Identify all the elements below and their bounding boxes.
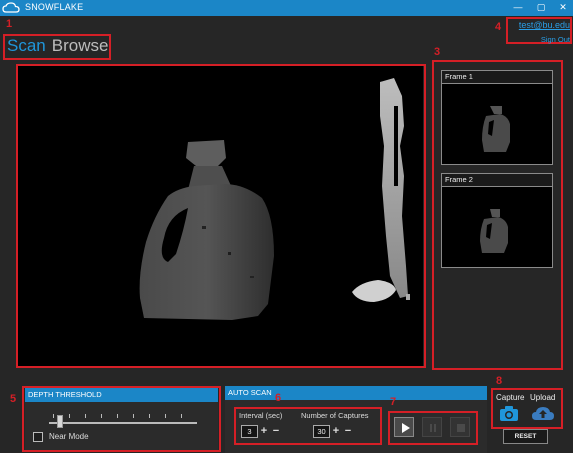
annotation-box-7 [388, 411, 478, 445]
close-button[interactable]: ✕ [553, 0, 573, 16]
sign-out-link[interactable]: Sign Out [519, 35, 570, 44]
tab-browse[interactable]: Browse [52, 36, 109, 55]
annotation-box-8 [491, 388, 563, 429]
tab-scan[interactable]: Scan [7, 36, 46, 55]
maximize-button[interactable]: ▢ [531, 0, 551, 16]
annotation-number-3: 3 [434, 46, 441, 58]
annotation-number-5: 5 [10, 393, 17, 405]
account-email-link[interactable]: test@bu.edu [519, 20, 570, 30]
frame-thumbnail[interactable]: Frame 1 [441, 70, 553, 165]
account-area: test@bu.edu Sign Out [519, 20, 570, 44]
frame-preview-image [480, 209, 508, 253]
annotation-box-6 [234, 407, 382, 445]
annotation-box-5 [22, 386, 221, 452]
auto-scan-header: AUTO SCAN [225, 386, 487, 400]
frame-preview-image [482, 106, 510, 152]
annotation-box-2 [16, 64, 426, 368]
frame-label: Frame 2 [442, 174, 552, 187]
captured-frames-panel: Frame 1 Frame 2 [436, 64, 560, 368]
main-nav: Scan Browse [7, 36, 108, 58]
annotation-number-1: 1 [6, 18, 13, 30]
reset-button[interactable]: RESET [503, 429, 548, 444]
annotation-number-8: 8 [496, 375, 503, 387]
window-title: SNOWFLAKE [25, 2, 84, 12]
frame-label: Frame 1 [442, 71, 552, 84]
annotation-number-4: 4 [495, 21, 502, 33]
annotation-number-6: 6 [275, 392, 282, 404]
minimize-button[interactable]: — [508, 0, 528, 16]
cloud-logo-icon [2, 2, 20, 13]
frame-thumbnail[interactable]: Frame 2 [441, 173, 553, 268]
title-bar: SNOWFLAKE — ▢ ✕ [0, 0, 573, 16]
annotation-number-7: 7 [390, 396, 397, 408]
